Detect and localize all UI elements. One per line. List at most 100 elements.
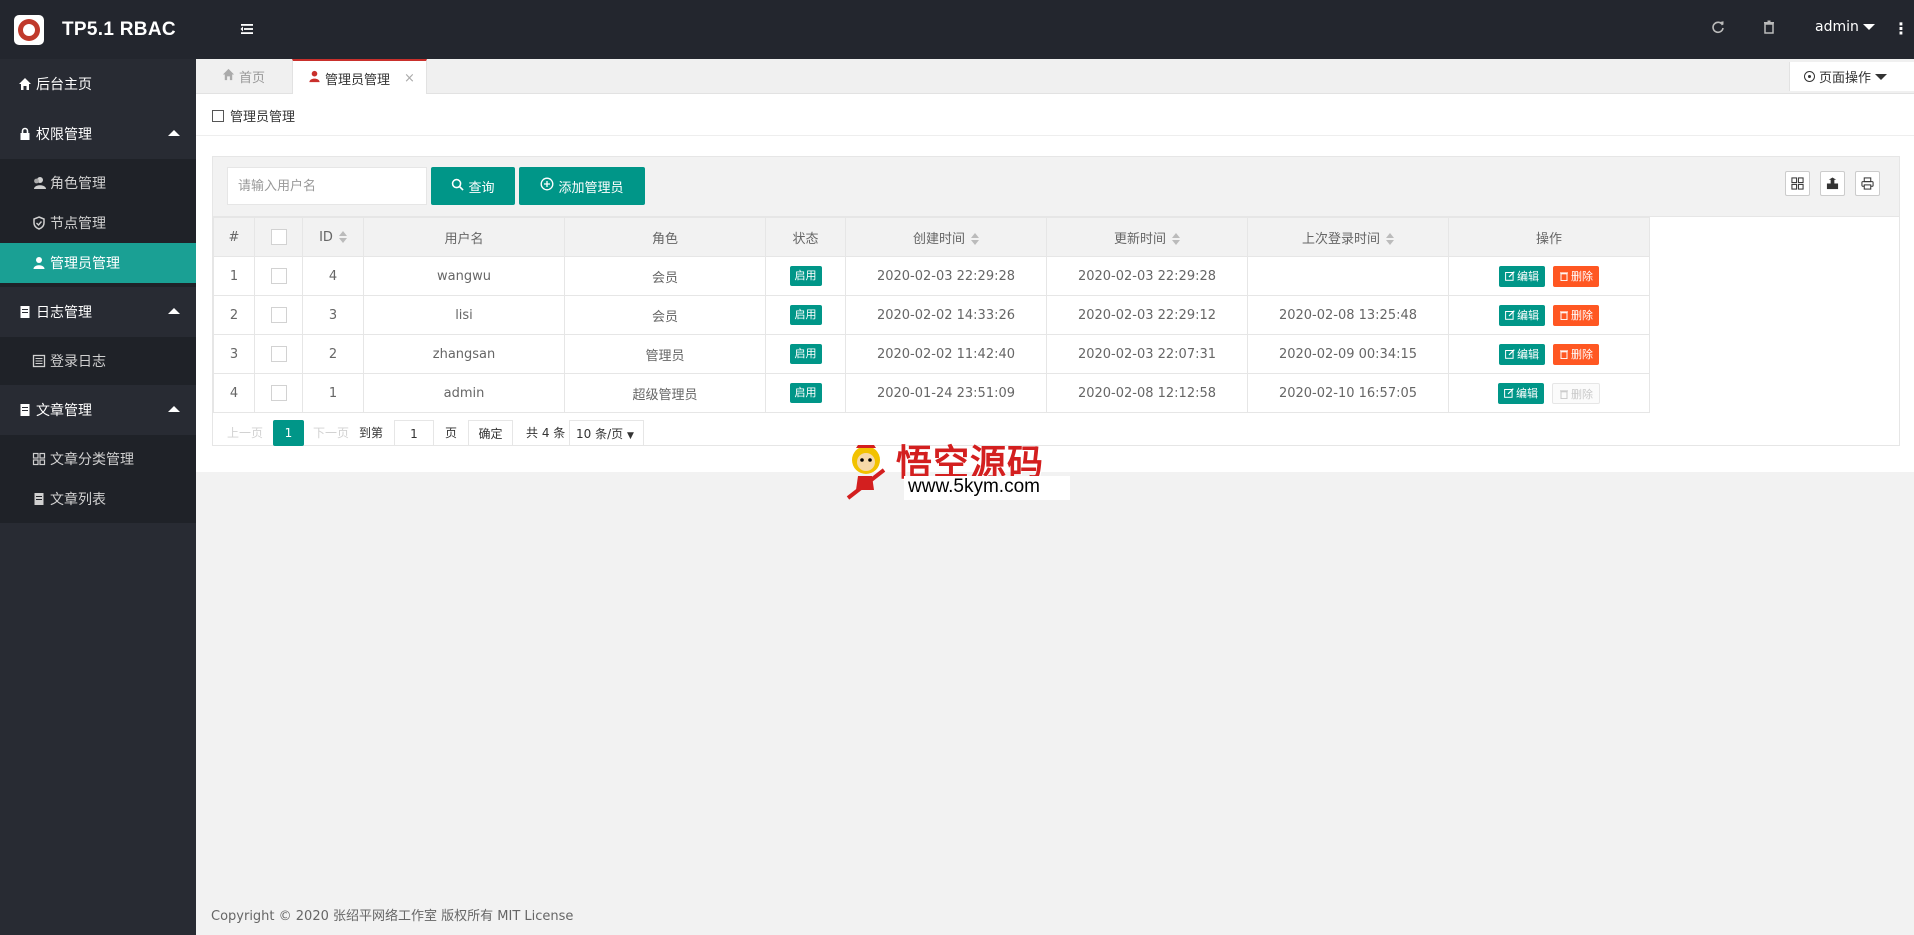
sort-icon[interactable]: [338, 231, 347, 243]
sort-icon[interactable]: [1386, 233, 1394, 245]
page-size-value: 10 条/页: [576, 427, 624, 441]
row-checkbox[interactable]: [270, 346, 287, 362]
page-number-current[interactable]: 1: [273, 420, 304, 446]
total-count: 共 4 条: [526, 426, 566, 440]
menu-toggle-icon[interactable]: [238, 20, 256, 38]
delete-button[interactable]: 删除: [1553, 265, 1599, 287]
page-operations-label: 页面操作: [1819, 71, 1872, 86]
add-admin-button[interactable]: 添加管理员: [519, 167, 645, 205]
cell-username: lisi: [363, 295, 565, 335]
edit-button[interactable]: 编辑: [1499, 265, 1545, 287]
cell-actions: 编辑 删除: [1448, 334, 1650, 374]
status-badge[interactable]: 启用: [789, 344, 822, 364]
user-menu[interactable]: admin: [1815, 19, 1875, 35]
delete-button[interactable]: 删除: [1553, 304, 1599, 326]
logo-icon: [14, 14, 44, 45]
page-size-select[interactable]: 10 条/页 ▼: [569, 420, 644, 446]
cell-status: 启用: [765, 373, 846, 413]
print-icon[interactable]: [1855, 171, 1880, 196]
col-username: 用户名: [363, 217, 565, 257]
prev-page-button[interactable]: 上一页: [227, 420, 263, 446]
col-updated[interactable]: 更新时间: [1046, 217, 1248, 257]
confirm-jump-button[interactable]: 确定: [468, 420, 513, 446]
delete-icon: [1559, 388, 1571, 401]
trash-icon[interactable]: [1760, 20, 1778, 38]
sidebar-item-label: 管理员管理: [50, 256, 120, 272]
sort-icon[interactable]: [971, 233, 979, 245]
col-index: #: [213, 217, 255, 257]
sort-icon[interactable]: [1172, 233, 1180, 245]
target-icon: [1804, 71, 1815, 82]
cell-index: 2: [213, 295, 255, 335]
columns-icon[interactable]: [1785, 171, 1810, 196]
sidebar: 后台主页 权限管理 角色管理 节点管理 管理员管理 日志管理 登录日志 文章管理: [0, 59, 196, 935]
row-checkbox[interactable]: [270, 385, 287, 401]
select-all-checkbox[interactable]: [270, 229, 287, 245]
lock-icon: [18, 127, 32, 141]
next-page-button[interactable]: 下一页: [313, 420, 349, 446]
status-badge[interactable]: 启用: [789, 266, 822, 286]
sidebar-item-login-log[interactable]: 登录日志: [0, 341, 196, 381]
col-created[interactable]: 创建时间: [845, 217, 1047, 257]
close-icon[interactable]: ×: [404, 71, 415, 86]
delete-button[interactable]: 删除: [1552, 382, 1600, 404]
table-toolbar: 查询 添加管理员: [213, 157, 1899, 217]
sidebar-item-nodes[interactable]: 节点管理: [0, 203, 196, 243]
home-icon: [18, 77, 32, 91]
page-operations-button[interactable]: 页面操作: [1789, 62, 1914, 91]
col-id[interactable]: ID: [302, 217, 364, 257]
sidebar-item-article-list[interactable]: 文章列表: [0, 479, 196, 519]
sidebar-item-roles[interactable]: 角色管理: [0, 163, 196, 203]
sidebar-group-articles[interactable]: 文章管理: [0, 385, 196, 435]
col-status: 状态: [765, 217, 846, 257]
cell-select: [254, 334, 303, 374]
cell-index: 3: [213, 334, 255, 374]
tab-home[interactable]: 首页: [222, 59, 265, 94]
chevron-down-icon: [1875, 73, 1888, 80]
cell-select: [254, 256, 303, 296]
sidebar-group-permission[interactable]: 权限管理: [0, 109, 196, 159]
edit-button[interactable]: 编辑: [1499, 304, 1545, 326]
cell-actions: 编辑 删除: [1448, 373, 1650, 413]
status-badge[interactable]: 启用: [789, 383, 822, 403]
cell-status: 启用: [765, 334, 846, 374]
sidebar-submenu-logs: 登录日志: [0, 337, 196, 385]
edit-button[interactable]: 编辑: [1499, 343, 1545, 365]
row-checkbox[interactable]: [270, 307, 287, 323]
cell-username: admin: [363, 373, 565, 413]
user-icon: [308, 70, 321, 87]
col-created-label: 创建时间: [912, 231, 965, 247]
cell-role: 管理员: [564, 334, 766, 374]
col-id-label: ID: [319, 229, 333, 245]
sidebar-item-article-categories[interactable]: 文章分类管理: [0, 439, 196, 479]
breadcrumb: 管理员管理: [212, 106, 295, 125]
search-input[interactable]: [227, 167, 427, 205]
col-last-login[interactable]: 上次登录时间: [1247, 217, 1449, 257]
edit-button[interactable]: 编辑: [1498, 382, 1544, 404]
cell-select: [254, 373, 303, 413]
grid-icon: [32, 452, 46, 466]
refresh-icon[interactable]: [1709, 20, 1727, 38]
cell-role: 会员: [564, 295, 766, 335]
row-checkbox[interactable]: [270, 268, 287, 284]
query-button[interactable]: 查询: [431, 167, 515, 205]
cell-updated: 2020-02-03 22:07:31: [1046, 334, 1248, 374]
top-header: TP5.1 RBAC admin ⋮: [0, 0, 1914, 59]
cell-username: zhangsan: [363, 334, 565, 374]
chevron-up-icon: [168, 406, 180, 412]
cell-role: 超级管理员: [564, 373, 766, 413]
logo[interactable]: TP5.1 RBAC: [0, 0, 196, 59]
edit-icon: [1505, 270, 1517, 283]
status-badge[interactable]: 启用: [789, 305, 822, 325]
sidebar-item-label: 节点管理: [50, 216, 106, 232]
export-icon[interactable]: [1820, 171, 1845, 196]
sidebar-item-home[interactable]: 后台主页: [0, 59, 196, 109]
sidebar-group-logs[interactable]: 日志管理: [0, 287, 196, 337]
delete-button[interactable]: 删除: [1553, 343, 1599, 365]
tab-admin-management[interactable]: 管理员管理 ×: [292, 59, 427, 95]
cell-id: 3: [302, 295, 364, 335]
page-jump-input[interactable]: 1: [394, 420, 434, 446]
more-vertical-icon[interactable]: ⋮: [1893, 19, 1909, 38]
sidebar-item-admins[interactable]: 管理员管理: [0, 243, 196, 283]
sidebar-submenu-permission: 角色管理 节点管理 管理员管理: [0, 159, 196, 287]
